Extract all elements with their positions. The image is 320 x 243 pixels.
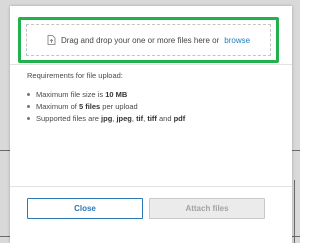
file-type-pdf: pdf [173, 114, 186, 123]
drop-zone-highlight [18, 17, 279, 63]
max-files-value: 5 files [78, 102, 101, 111]
background-line [0, 150, 10, 151]
requirement-max-size: Maximum file size is 10 MB [27, 90, 185, 102]
requirements-title: Requirements for file upload: [27, 71, 123, 80]
requirement-file-types: Supported files are jpg, jpeg, tif, tiff… [27, 114, 185, 126]
file-type-jpg: jpg [101, 114, 113, 123]
background-line [292, 150, 300, 151]
attach-files-button[interactable]: Attach files [149, 198, 265, 219]
close-button[interactable]: Close [27, 198, 143, 219]
file-type-tiff: tiff [147, 114, 157, 123]
requirement-max-files: Maximum of 5 files per upload [27, 102, 185, 114]
background-line [294, 180, 295, 243]
divider [10, 186, 292, 187]
requirements-list: Maximum file size is 10 MB Maximum of 5 … [27, 90, 185, 126]
max-size-value: 10 MB [105, 90, 128, 99]
file-type-jpeg: jpeg [116, 114, 132, 123]
divider [10, 64, 292, 65]
